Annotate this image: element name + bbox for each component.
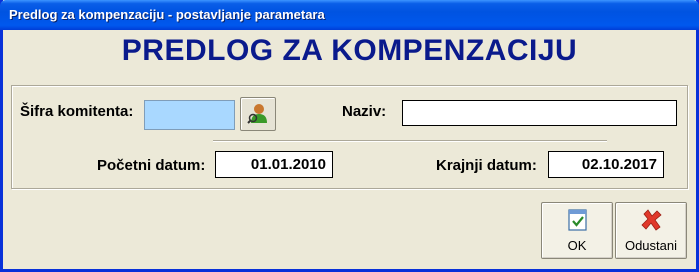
- pocetni-datum-label: Početni datum:: [97, 157, 206, 174]
- sifra-komitenta-label: Šifra komitenta:: [20, 103, 134, 120]
- sifra-komitenta-input[interactable]: [144, 100, 235, 130]
- krajnji-datum-input[interactable]: 02.10.2017: [548, 151, 664, 178]
- cancel-button-label: Odustani: [624, 238, 678, 253]
- window-title: Predlog za kompenzaciju - postavljanje p…: [9, 7, 325, 22]
- dialog-window: Predlog za kompenzaciju - postavljanje p…: [0, 0, 699, 272]
- user-lookup-icon: [247, 104, 267, 124]
- client-lookup-button[interactable]: [240, 97, 276, 131]
- checkmark-document-icon: [568, 209, 587, 231]
- cancel-button[interactable]: Odustani: [615, 202, 687, 259]
- naziv-input[interactable]: [402, 100, 677, 126]
- pocetni-datum-input[interactable]: 01.01.2010: [215, 151, 333, 178]
- title-bar[interactable]: Predlog za kompenzaciju - postavljanje p…: [0, 0, 699, 30]
- red-x-icon: [641, 209, 662, 231]
- ok-button-label: OK: [567, 238, 587, 253]
- separator-line: [213, 140, 607, 142]
- krajnji-datum-label: Krajnji datum:: [436, 157, 537, 174]
- naziv-label: Naziv:: [342, 103, 387, 120]
- page-title: PREDLOG ZA KOMPENZACIJU: [121, 34, 578, 67]
- ok-button[interactable]: OK: [541, 202, 613, 259]
